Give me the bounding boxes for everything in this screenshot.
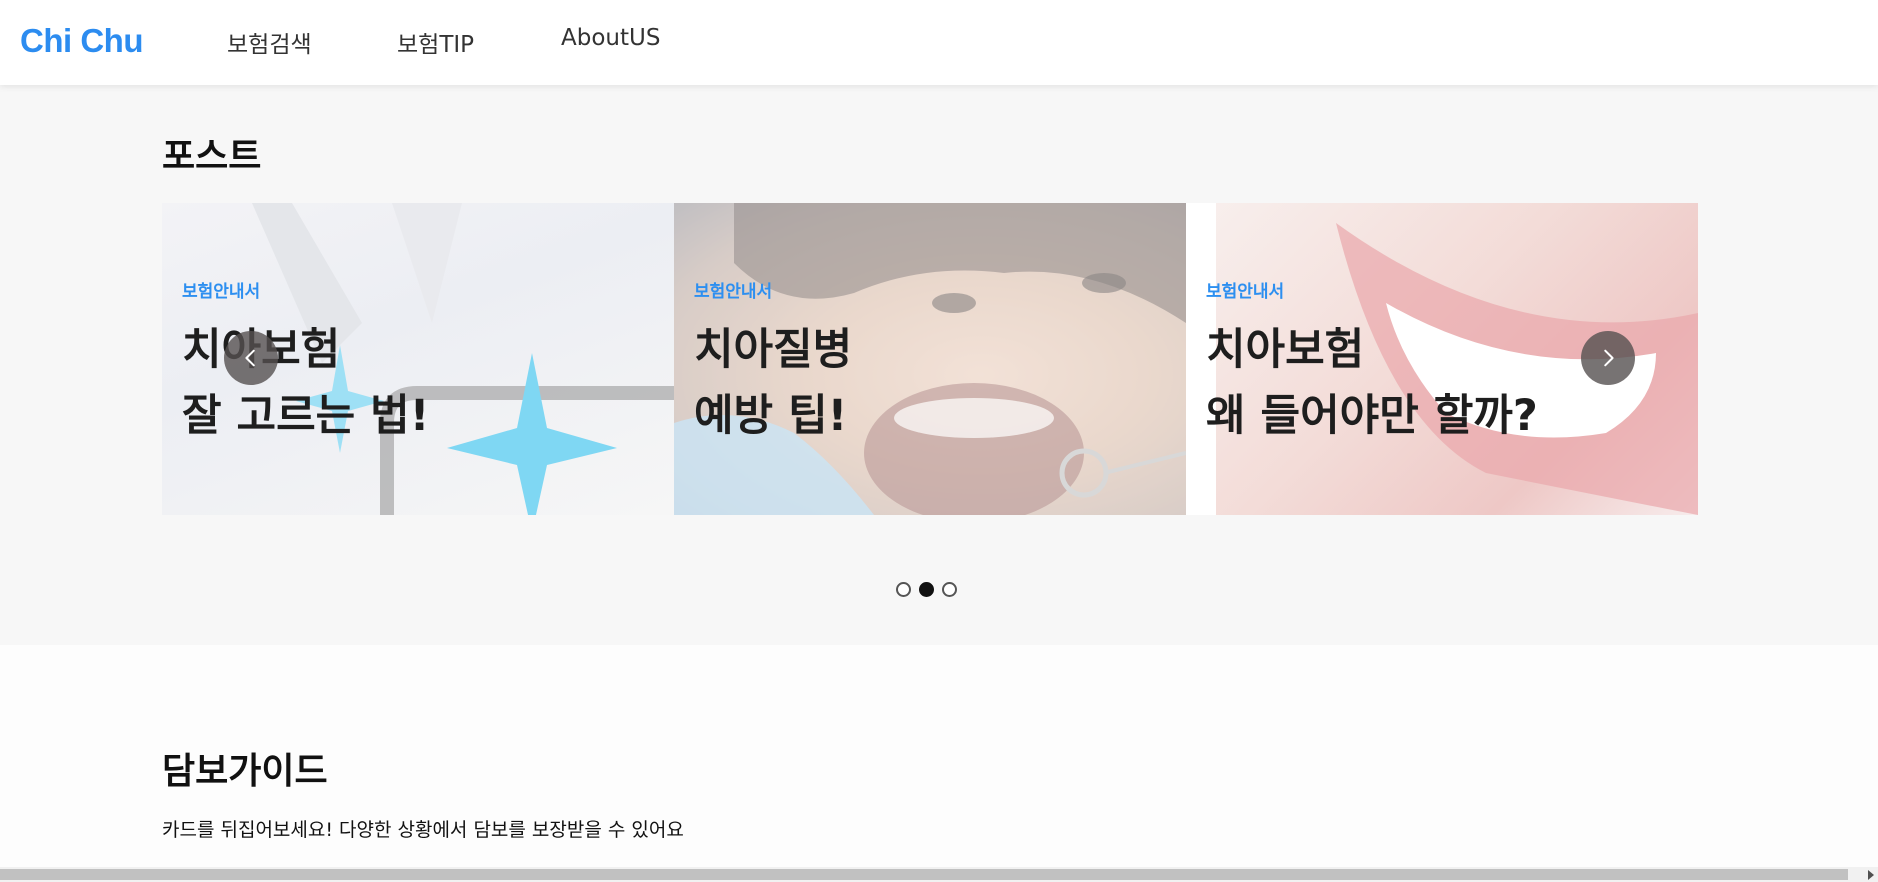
carousel-prev-button[interactable] <box>224 331 278 385</box>
top-navigation-bar: Chi Chu 보험검색 보험TIP AboutUS <box>0 0 1878 85</box>
carousel-dot-active[interactable] <box>919 582 934 597</box>
carousel-slide[interactable]: 보험안내서 치아질병 예방 팁! <box>674 203 1186 515</box>
nav-insurance-tip[interactable]: 보험TIP <box>397 25 474 59</box>
carousel-dot[interactable] <box>942 582 957 597</box>
logo[interactable]: Chi Chu <box>20 22 143 60</box>
carousel-next-button[interactable] <box>1581 331 1635 385</box>
slide-title-line-1: 치아보험 <box>1206 325 1365 375</box>
horizontal-scrollbar[interactable] <box>0 867 1878 882</box>
post-section-title: 포스트 <box>162 136 262 177</box>
post-carousel: 보험안내서 치아보험 잘 고르는 법! 보험안내서 치아질병 예방 팁! <box>162 203 1698 515</box>
chevron-left-icon <box>245 349 255 367</box>
slide-title-line-2: 예방 팁! <box>694 391 848 441</box>
slide-title-line-1: 치아질병 <box>694 325 853 375</box>
slide-title-line-2: 왜 들어야만 할까? <box>1206 391 1538 441</box>
carousel-pagination <box>896 582 957 597</box>
slide-tag: 보험안내서 <box>182 282 261 302</box>
guide-section-subtitle: 카드를 뒤집어보세요! 다양한 상황에서 담보를 보장받을 수 있어요 <box>162 819 684 841</box>
chevron-right-icon <box>1604 349 1614 367</box>
slide-tag: 보험안내서 <box>694 282 773 302</box>
slide-tag: 보험안내서 <box>1206 282 1285 302</box>
scrollbar-thumb[interactable] <box>0 869 1848 880</box>
slide-title-line-2: 잘 고르는 법! <box>182 391 430 441</box>
nav-insurance-search[interactable]: 보험검색 <box>227 25 312 59</box>
nav-about-us[interactable]: AboutUS <box>561 25 660 51</box>
scroll-right-arrow-icon[interactable] <box>1868 870 1874 880</box>
carousel-dot[interactable] <box>896 582 911 597</box>
guide-section-title: 담보가이드 <box>162 751 328 792</box>
